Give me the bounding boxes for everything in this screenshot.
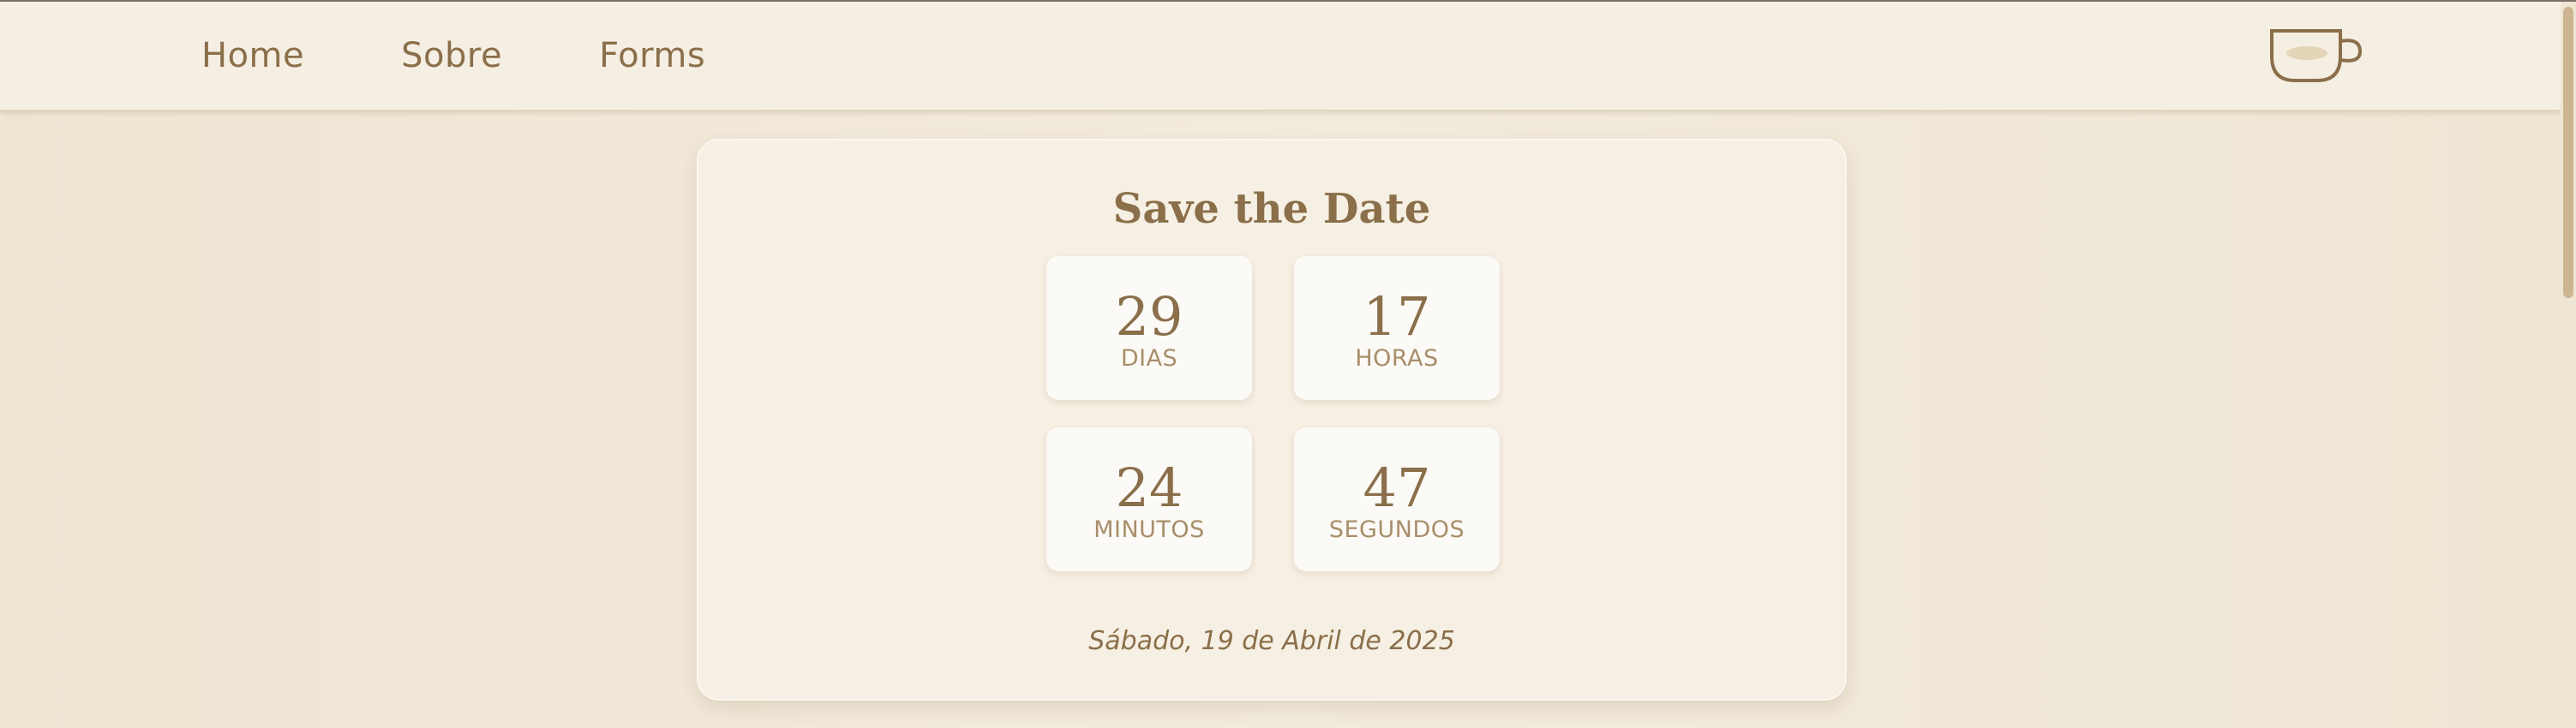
- nav-link-forms[interactable]: Forms: [599, 36, 705, 75]
- hours-value: 17: [1363, 285, 1431, 348]
- minutes-label: MINUTOS: [1093, 516, 1205, 543]
- countdown-hours-tile: 17 HORAS: [1294, 256, 1500, 400]
- countdown-minutes-tile: 24 MINUTOS: [1046, 427, 1252, 571]
- days-label: DIAS: [1120, 345, 1178, 372]
- minutes-value: 24: [1115, 456, 1183, 519]
- event-date: Sábado, 19 de Abril de 2025: [1088, 626, 1455, 656]
- save-the-date-card: Save the Date 29 DIAS 17 HORAS 24 MINUTO…: [697, 139, 1847, 701]
- page-scrollbar[interactable]: [2561, 2, 2576, 728]
- hours-label: HORAS: [1355, 345, 1439, 372]
- countdown-days-tile: 29 DIAS: [1046, 256, 1252, 400]
- coffee-cup-icon[interactable]: [2269, 27, 2365, 84]
- seconds-label: SEGUNDOS: [1328, 516, 1465, 543]
- days-value: 29: [1115, 285, 1183, 348]
- nav-link-sobre[interactable]: Sobre: [401, 36, 502, 75]
- nav-links: Home Sobre Forms: [201, 2, 802, 110]
- top-navbar: Home Sobre Forms: [0, 2, 2561, 110]
- seconds-value: 47: [1363, 456, 1431, 519]
- nav-link-home[interactable]: Home: [201, 36, 304, 75]
- scrollbar-thumb[interactable]: [2563, 7, 2573, 298]
- card-title: Save the Date: [1112, 185, 1431, 233]
- countdown-seconds-tile: 47 SEGUNDOS: [1294, 427, 1500, 571]
